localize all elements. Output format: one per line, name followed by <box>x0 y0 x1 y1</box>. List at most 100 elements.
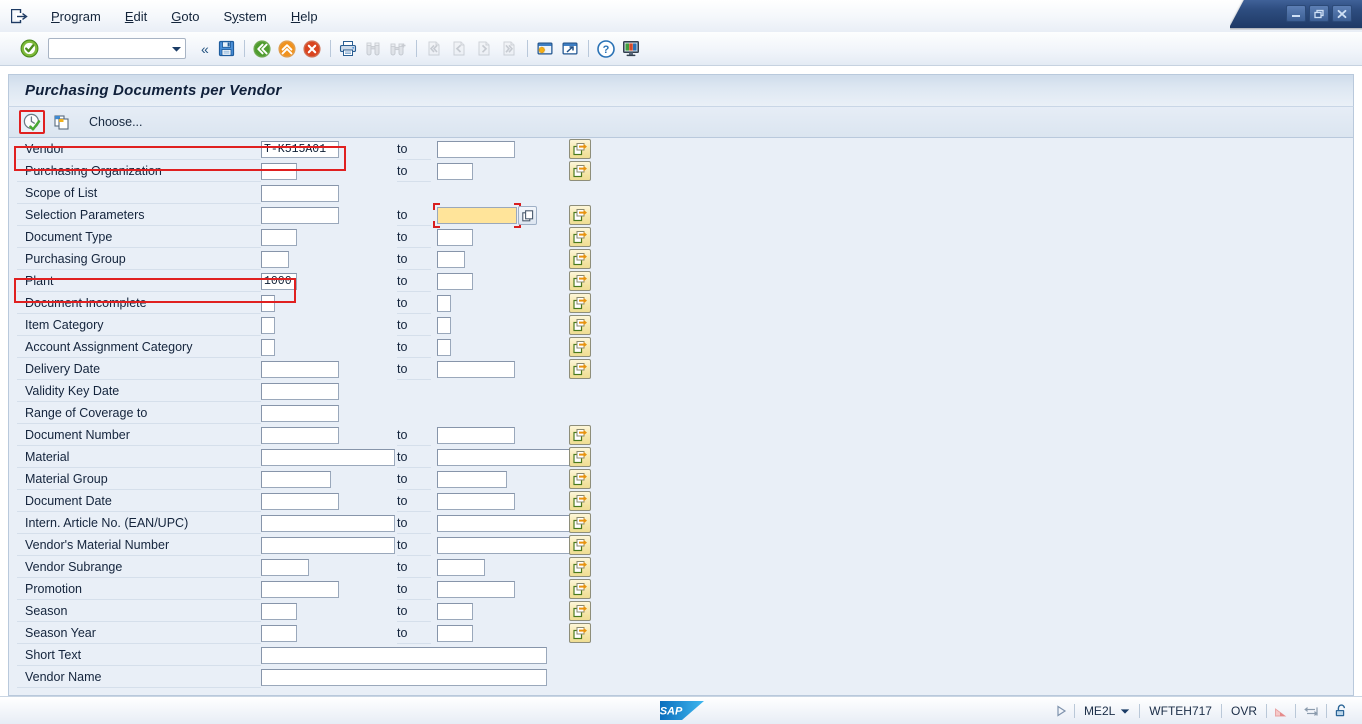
choose-button-label[interactable]: Choose... <box>89 115 143 129</box>
multiple-selection-arrow-icon[interactable] <box>569 315 591 335</box>
menu-item-edit[interactable]: Edit <box>114 6 158 27</box>
selection-low-input[interactable] <box>261 427 339 444</box>
selection-high-input[interactable] <box>437 229 473 246</box>
status-system-id[interactable]: WFTEH717 <box>1140 704 1221 718</box>
multiple-selection-arrow-icon[interactable] <box>569 601 591 621</box>
selection-high-input-focused[interactable] <box>437 207 517 224</box>
green-check-icon[interactable] <box>18 38 40 60</box>
binoculars-icon[interactable] <box>361 37 386 61</box>
exit-orange-arrow-icon[interactable] <box>275 37 300 61</box>
response-time-icon[interactable] <box>1267 705 1295 718</box>
multiple-selection-arrow-icon[interactable] <box>569 139 591 159</box>
selection-high-input[interactable] <box>437 515 571 532</box>
copy-variant-icon[interactable] <box>49 110 75 134</box>
play-triangle-icon[interactable] <box>1049 705 1074 717</box>
multiple-selection-arrow-icon[interactable] <box>569 425 591 445</box>
first-page-icon[interactable] <box>422 37 447 61</box>
multiple-selection-arrow-icon[interactable] <box>569 513 591 533</box>
command-input[interactable] <box>52 40 167 57</box>
selection-low-input[interactable] <box>261 537 395 554</box>
shortcut-icon[interactable] <box>558 37 583 61</box>
selection-low-input[interactable] <box>261 405 339 422</box>
multiple-selection-arrow-icon[interactable] <box>569 469 591 489</box>
menu-item-program[interactable]: Program <box>40 6 112 27</box>
selection-low-input[interactable] <box>261 493 339 510</box>
multiple-selection-arrow-icon[interactable] <box>569 271 591 291</box>
selection-high-input[interactable] <box>437 273 473 290</box>
menu-item-help[interactable]: Help <box>280 6 329 27</box>
last-page-icon[interactable] <box>497 37 522 61</box>
multiple-selection-arrow-icon[interactable] <box>569 205 591 225</box>
selection-low-input[interactable] <box>261 141 339 158</box>
selection-low-input[interactable] <box>261 229 297 246</box>
close-icon[interactable] <box>1332 5 1352 22</box>
selection-high-input[interactable] <box>437 581 515 598</box>
selection-low-input[interactable] <box>261 647 547 664</box>
selection-high-input[interactable] <box>437 361 515 378</box>
selection-low-input[interactable] <box>261 581 339 598</box>
selection-high-input[interactable] <box>437 251 465 268</box>
chevron-down-icon[interactable] <box>171 42 182 56</box>
selection-high-input[interactable] <box>437 493 515 510</box>
multiple-selection-arrow-icon[interactable] <box>569 161 591 181</box>
binoculars-plus-icon[interactable] <box>386 37 411 61</box>
multiple-selection-arrow-icon[interactable] <box>569 249 591 269</box>
cancel-red-icon[interactable] <box>300 37 325 61</box>
match-code-button[interactable] <box>518 206 537 225</box>
multiple-selection-arrow-icon[interactable] <box>569 447 591 467</box>
selection-low-input[interactable] <box>261 207 339 224</box>
multiple-selection-arrow-icon[interactable] <box>569 535 591 555</box>
execute-clock-check-icon[interactable] <box>19 110 45 134</box>
selection-low-input[interactable] <box>261 185 339 202</box>
unlocked-padlock-icon[interactable] <box>1327 704 1356 718</box>
selection-high-input[interactable] <box>437 559 485 576</box>
selection-high-input[interactable] <box>437 339 451 356</box>
selection-low-input[interactable] <box>261 625 297 642</box>
selection-low-input[interactable] <box>261 383 339 400</box>
multiple-selection-arrow-icon[interactable] <box>569 623 591 643</box>
selection-high-input[interactable] <box>437 427 515 444</box>
menu-item-goto[interactable]: Goto <box>160 6 210 27</box>
sap-exit-icon[interactable] <box>6 5 32 27</box>
selection-low-input[interactable] <box>261 449 395 466</box>
selection-low-input[interactable] <box>261 295 275 312</box>
selection-low-input[interactable] <box>261 515 395 532</box>
multiple-selection-arrow-icon[interactable] <box>569 293 591 313</box>
status-insert-mode[interactable]: OVR <box>1222 704 1266 718</box>
selection-low-input[interactable] <box>261 669 547 686</box>
save-icon[interactable] <box>214 37 239 61</box>
selection-low-input[interactable] <box>261 251 289 268</box>
chevron-down-icon[interactable] <box>1120 704 1130 718</box>
selection-high-input[interactable] <box>437 163 473 180</box>
layout-monitor-icon[interactable] <box>619 37 644 61</box>
selection-low-input[interactable] <box>261 339 275 356</box>
selection-high-input[interactable] <box>437 471 507 488</box>
selection-high-input[interactable] <box>437 141 515 158</box>
command-field[interactable] <box>48 38 186 59</box>
multiple-selection-arrow-icon[interactable] <box>569 337 591 357</box>
selection-low-input[interactable] <box>261 603 297 620</box>
back-green-arrow-icon[interactable] <box>250 37 275 61</box>
multiple-selection-arrow-icon[interactable] <box>569 557 591 577</box>
selection-high-input[interactable] <box>437 317 451 334</box>
selection-low-input[interactable] <box>261 559 309 576</box>
selection-low-input[interactable] <box>261 471 331 488</box>
previous-page-icon[interactable] <box>447 37 472 61</box>
toolbar-back-chevron[interactable]: « <box>194 41 214 57</box>
new-session-icon[interactable] <box>533 37 558 61</box>
multiple-selection-arrow-icon[interactable] <box>569 227 591 247</box>
printer-icon[interactable] <box>336 37 361 61</box>
multiple-selection-arrow-icon[interactable] <box>569 579 591 599</box>
selection-high-input[interactable] <box>437 295 451 312</box>
next-page-icon[interactable] <box>472 37 497 61</box>
status-transaction-code[interactable]: ME2L <box>1075 704 1139 718</box>
data-transfer-icon[interactable] <box>1296 705 1326 718</box>
selection-high-input[interactable] <box>437 449 571 466</box>
question-help-icon[interactable]: ? <box>594 37 619 61</box>
selection-high-input[interactable] <box>437 537 571 554</box>
menu-item-system[interactable]: System <box>212 6 277 27</box>
multiple-selection-arrow-icon[interactable] <box>569 359 591 379</box>
selection-low-input[interactable] <box>261 273 297 290</box>
selection-low-input[interactable] <box>261 317 275 334</box>
selection-high-input[interactable] <box>437 625 473 642</box>
